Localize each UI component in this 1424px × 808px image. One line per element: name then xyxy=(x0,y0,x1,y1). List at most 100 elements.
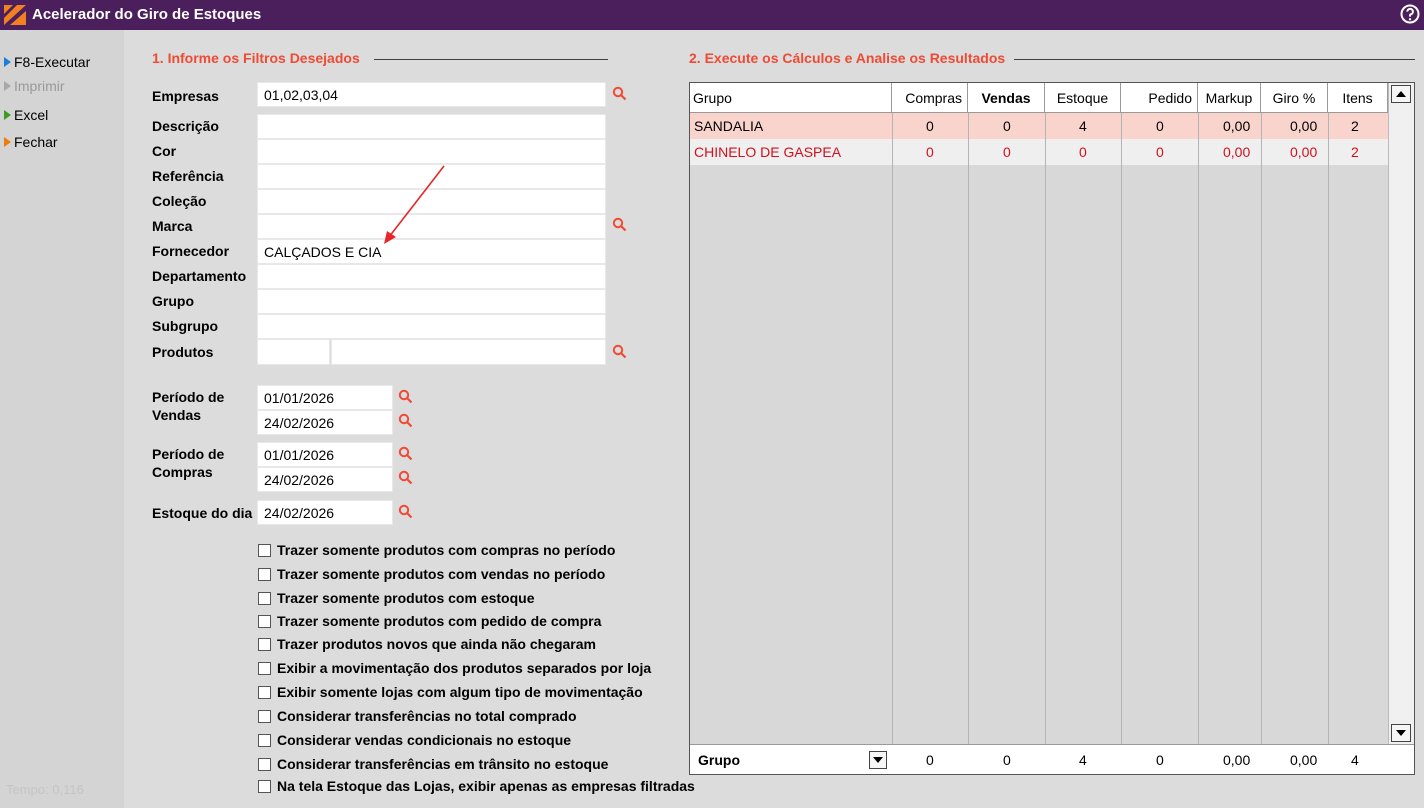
arrow-up-icon xyxy=(1396,91,1406,97)
option-label: Considerar vendas condicionais no estoqu… xyxy=(277,732,572,748)
option-label: Exibir a movimentação dos produtos separ… xyxy=(277,660,652,676)
scroll-up-button[interactable] xyxy=(1391,85,1411,103)
results-grid: Grupo Compras Vendas Estoque Pedido Mark… xyxy=(689,82,1415,775)
checkbox[interactable] xyxy=(258,709,271,723)
option-checkbox[interactable]: Trazer produtos novos que ainda não cheg… xyxy=(258,636,596,652)
search-icon[interactable] xyxy=(612,86,627,101)
sidebar: F8-Executar Imprimir Excel Fechar xyxy=(0,30,124,808)
print-button[interactable]: Imprimir xyxy=(4,78,65,94)
row-grupo: CHINELO DE GASPEA xyxy=(694,144,842,160)
vendas-period-label-line1: Período de xyxy=(152,389,225,405)
option-checkbox[interactable]: Exibir a movimentação dos produtos separ… xyxy=(258,660,651,676)
group-dropdown-button[interactable] xyxy=(869,751,887,769)
scroll-down-button[interactable] xyxy=(1391,724,1411,742)
column-header-grupo[interactable]: Grupo xyxy=(690,83,892,113)
descricao-field[interactable] xyxy=(257,114,606,139)
option-label: Trazer somente produtos com vendas no pe… xyxy=(277,566,606,582)
option-checkbox[interactable]: Trazer somente produtos com pedido de co… xyxy=(258,613,601,629)
option-checkbox[interactable]: Trazer somente produtos com compras no p… xyxy=(258,542,615,558)
execute-button[interactable]: F8-Executar xyxy=(4,54,90,70)
option-checkbox[interactable]: Considerar vendas condicionais no estoqu… xyxy=(258,732,571,748)
option-checkbox[interactable]: Na tela Estoque das Lojas, exibir apenas… xyxy=(258,778,695,794)
footer-pedido: 0 xyxy=(1156,752,1164,768)
vendas-to-date[interactable]: 24/02/2026 xyxy=(257,410,393,435)
vertical-scrollbar[interactable] xyxy=(1388,83,1414,745)
compras-from-date[interactable]: 01/01/2026 xyxy=(257,442,393,467)
excel-button[interactable]: Excel xyxy=(4,107,48,123)
column-header-giro[interactable]: Giro % xyxy=(1261,83,1328,113)
calendar-search-icon[interactable] xyxy=(398,504,413,519)
produtos-code-field[interactable] xyxy=(257,339,330,365)
grupo-label: Grupo xyxy=(152,293,194,309)
section2-divider xyxy=(1014,59,1415,60)
option-checkbox[interactable]: Trazer somente produtos com estoque xyxy=(258,590,535,606)
row-compras: 0 xyxy=(926,144,934,160)
checkbox[interactable] xyxy=(258,567,271,581)
checkbox[interactable] xyxy=(258,543,271,557)
footer-compras: 0 xyxy=(926,752,934,768)
help-icon[interactable] xyxy=(1400,4,1420,24)
row-pedido: 0 xyxy=(1156,118,1164,134)
excel-label: Excel xyxy=(14,107,49,123)
checkbox[interactable] xyxy=(258,661,271,675)
column-divider xyxy=(968,113,969,745)
row-markup: 0,00 xyxy=(1223,144,1251,160)
grupo-field[interactable] xyxy=(257,289,606,314)
column-header-pedido[interactable]: Pedido xyxy=(1121,83,1198,113)
empresas-field[interactable]: 01,02,03,04 xyxy=(257,82,606,107)
checkbox[interactable] xyxy=(258,779,271,793)
row-markup: 0,00 xyxy=(1223,118,1251,134)
column-divider xyxy=(892,113,893,745)
estoque-dia-date[interactable]: 24/02/2026 xyxy=(257,500,393,525)
compras-period-label-line1: Período de xyxy=(152,446,225,462)
column-header-compras[interactable]: Compras xyxy=(892,83,968,113)
section1-title: 1. Informe os Filtros Desejados xyxy=(152,50,360,66)
option-label: Na tela Estoque das Lojas, exibir apenas… xyxy=(277,778,695,794)
option-label: Trazer somente produtos com estoque xyxy=(277,590,535,606)
row-giro: 0,00 xyxy=(1290,144,1318,160)
option-checkbox[interactable]: Considerar transferências em trânsito no… xyxy=(258,756,608,772)
column-header-vendas[interactable]: Vendas xyxy=(968,83,1045,113)
calendar-search-icon[interactable] xyxy=(398,389,413,404)
footer-vendas: 0 xyxy=(1003,752,1011,768)
option-checkbox[interactable]: Considerar transferências no total compr… xyxy=(258,708,577,724)
calendar-search-icon[interactable] xyxy=(398,413,413,428)
section1-divider xyxy=(374,59,608,60)
close-button[interactable]: Fechar xyxy=(4,134,58,150)
column-header-estoque[interactable]: Estoque xyxy=(1045,83,1121,113)
play-icon xyxy=(4,110,11,120)
checkbox[interactable] xyxy=(258,614,271,628)
close-label: Fechar xyxy=(14,134,58,150)
column-divider xyxy=(1261,113,1262,745)
section2-title: 2. Execute os Cálculos e Analise os Resu… xyxy=(689,50,1006,66)
column-header-markup[interactable]: Markup xyxy=(1198,83,1261,113)
option-checkbox[interactable]: Trazer somente produtos com vendas no pe… xyxy=(258,566,605,582)
produtos-label: Produtos xyxy=(152,344,214,360)
option-checkbox[interactable]: Exibir somente lojas com algum tipo de m… xyxy=(258,684,643,700)
elapsed-time: Tempo: 0,116 xyxy=(6,782,84,797)
subgrupo-field[interactable] xyxy=(257,314,606,339)
subgrupo-label: Subgrupo xyxy=(152,318,219,334)
vendas-from-date[interactable]: 01/01/2026 xyxy=(257,385,393,410)
checkbox[interactable] xyxy=(258,757,271,771)
calendar-search-icon[interactable] xyxy=(398,446,413,461)
compras-to-date[interactable]: 24/02/2026 xyxy=(257,467,393,492)
produtos-field[interactable] xyxy=(331,339,606,365)
calendar-search-icon[interactable] xyxy=(398,470,413,485)
row-estoque: 0 xyxy=(1079,144,1087,160)
checkbox[interactable] xyxy=(258,733,271,747)
checkbox[interactable] xyxy=(258,685,271,699)
title-bar: Acelerador do Giro de Estoques xyxy=(0,0,1424,30)
column-header-itens[interactable]: Itens xyxy=(1328,83,1388,113)
departamento-field[interactable] xyxy=(257,264,606,289)
search-icon[interactable] xyxy=(612,217,627,232)
cor-field[interactable] xyxy=(257,139,606,164)
checkbox[interactable] xyxy=(258,637,271,651)
execute-label: F8-Executar xyxy=(14,54,91,70)
departamento-label: Departamento xyxy=(152,268,247,284)
footer-group-label: Grupo xyxy=(698,752,740,768)
search-icon[interactable] xyxy=(612,344,627,359)
play-icon xyxy=(4,57,11,67)
checkbox[interactable] xyxy=(258,591,271,605)
grid-footer: Grupo 0 0 4 0 0,00 0,00 4 xyxy=(690,744,1414,774)
